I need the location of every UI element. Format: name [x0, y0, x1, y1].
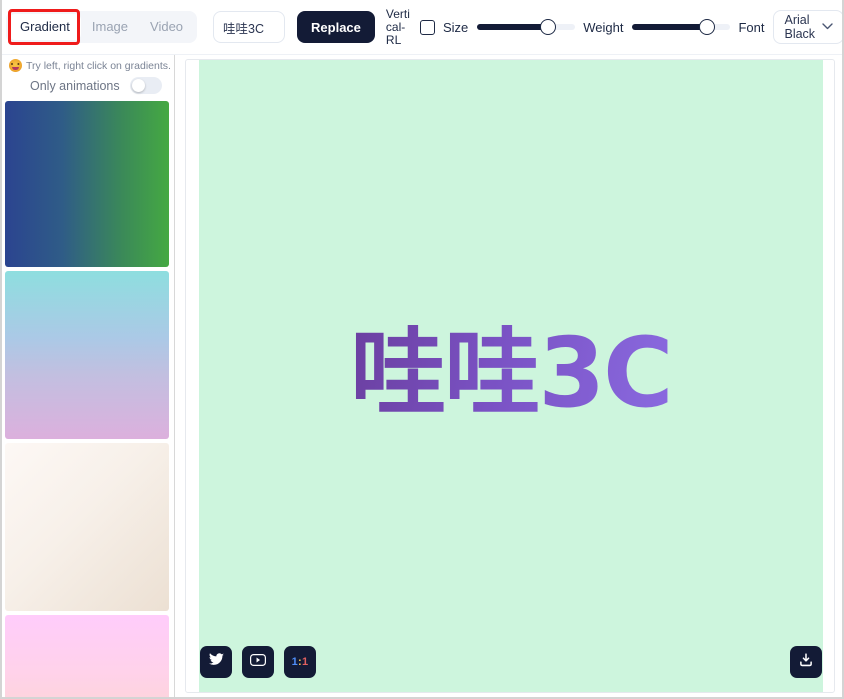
- sidebar-hint-text: Try left, right click on gradients.: [26, 59, 171, 72]
- only-animations-row: Only animations: [0, 72, 174, 101]
- chevron-down-icon: [822, 21, 833, 33]
- tab-gradient[interactable]: Gradient: [9, 14, 81, 40]
- weight-slider[interactable]: [632, 18, 731, 36]
- vertical-rl-label: Vertical-RL: [385, 6, 410, 47]
- gradient-swatch-cyan-pink[interactable]: [5, 271, 169, 439]
- artboard[interactable]: 哇哇3C: [199, 60, 823, 692]
- gradient-sidebar: Try left, right click on gradients. Only…: [0, 55, 175, 699]
- replace-button[interactable]: Replace: [297, 11, 375, 43]
- weight-label: Weight: [583, 19, 624, 35]
- only-animations-toggle[interactable]: [129, 77, 162, 94]
- window-edge-left: [0, 0, 2, 699]
- size-checkbox[interactable]: [419, 19, 435, 35]
- gradient-swatch-blue-green[interactable]: [5, 101, 169, 267]
- ratio-part-2: 1: [301, 656, 309, 668]
- source-tab-group: Gradient Image Video: [6, 9, 198, 45]
- twitter-icon: [208, 653, 224, 671]
- app-window: Gradient Image Video Replace Vertical-RL…: [0, 0, 844, 699]
- size-slider-thumb[interactable]: [539, 19, 556, 35]
- tab-video[interactable]: Video: [139, 14, 194, 40]
- weight-slider-thumb[interactable]: [698, 19, 715, 35]
- toggle-knob: [131, 79, 145, 92]
- aspect-ratio-icon: 1:1: [292, 656, 309, 668]
- tab-image[interactable]: Image: [81, 14, 139, 40]
- download-icon: [798, 652, 814, 673]
- gradient-swatch-cream-beige[interactable]: [5, 443, 169, 611]
- size-label: Size: [442, 19, 469, 35]
- weight-slider-fill: [632, 24, 707, 30]
- font-select-value: Arial Black: [784, 13, 816, 41]
- emoji-face-icon: [9, 59, 22, 72]
- sidebar-hint: Try left, right click on gradients.: [0, 55, 174, 72]
- download-button[interactable]: [790, 646, 822, 678]
- top-toolbar: Gradient Image Video Replace Vertical-RL…: [0, 0, 844, 55]
- artboard-text[interactable]: 哇哇3C: [350, 325, 673, 429]
- size-slider[interactable]: [477, 18, 576, 36]
- youtube-icon: [249, 653, 267, 671]
- gradient-swatch-pink-magenta[interactable]: [5, 615, 169, 699]
- tab-video-label: Video: [150, 19, 184, 34]
- text-input[interactable]: [213, 11, 286, 43]
- canvas-area: 哇哇3C 1:1: [176, 55, 844, 699]
- font-label: Font: [738, 19, 765, 35]
- youtube-share-button[interactable]: [242, 646, 274, 678]
- gradient-list: [0, 101, 174, 699]
- tab-gradient-label: Gradient: [20, 19, 70, 34]
- canvas-action-buttons: 1:1: [200, 646, 316, 678]
- canvas-frame: 哇哇3C 1:1: [185, 59, 835, 693]
- aspect-ratio-button[interactable]: 1:1: [284, 646, 316, 678]
- tab-image-label: Image: [91, 19, 129, 34]
- only-animations-label: Only animations: [30, 78, 120, 93]
- twitter-share-button[interactable]: [200, 646, 232, 678]
- font-select[interactable]: Arial Black: [773, 10, 844, 44]
- size-slider-fill: [477, 24, 548, 30]
